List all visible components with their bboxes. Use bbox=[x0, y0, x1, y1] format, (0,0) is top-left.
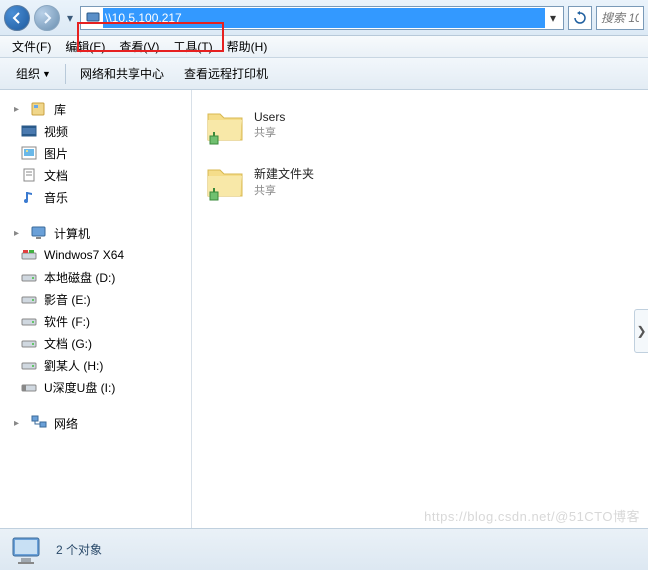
folder-name: 新建文件夹 bbox=[254, 165, 314, 182]
drive-icon bbox=[20, 334, 38, 352]
sidebar-item-windows7[interactable]: Windwos7 X64 bbox=[0, 244, 191, 266]
sidebar-item-pictures[interactable]: 图片 bbox=[0, 142, 191, 164]
menu-edit[interactable]: 编辑(E) bbox=[59, 36, 111, 57]
expand-icon[interactable]: ▸ bbox=[14, 228, 24, 239]
folder-item[interactable]: 新建文件夹 共享 bbox=[198, 156, 642, 206]
sidebar-item-drive-i[interactable]: U深度U盘 (I:) bbox=[0, 376, 191, 398]
sidebar-item-drive-d[interactable]: 本地磁盘 (D:) bbox=[0, 266, 191, 288]
sidebar-network[interactable]: ▸ 网络 bbox=[0, 412, 191, 434]
separator bbox=[65, 64, 66, 84]
menu-file[interactable]: 文件(F) bbox=[6, 36, 57, 57]
shared-folder-icon bbox=[204, 104, 246, 146]
remote-printers-button[interactable]: 查看远程打印机 bbox=[176, 61, 276, 86]
menu-view[interactable]: 查看(V) bbox=[113, 36, 165, 57]
pictures-icon bbox=[20, 144, 38, 162]
sidebar-item-drive-h[interactable]: 劉某人 (H:) bbox=[0, 354, 191, 376]
network-icon bbox=[30, 414, 48, 432]
folder-sub: 共享 bbox=[254, 124, 285, 140]
libraries-icon bbox=[30, 100, 48, 118]
status-bar: 2 个对象 bbox=[0, 528, 648, 570]
address-bar[interactable]: ▾ bbox=[80, 6, 564, 30]
drive-icon bbox=[20, 356, 38, 374]
main-area: ▸ 库 视频 图片 文档 音乐 bbox=[0, 90, 648, 528]
video-icon bbox=[20, 122, 38, 140]
usb-drive-icon bbox=[20, 378, 38, 396]
sidebar-item-drive-e[interactable]: 影音 (E:) bbox=[0, 288, 191, 310]
sidebar-item-drive-f[interactable]: 软件 (F:) bbox=[0, 310, 191, 332]
folder-name: Users bbox=[254, 110, 285, 124]
command-bar: 组织▼ 网络和共享中心 查看远程打印机 bbox=[0, 58, 648, 90]
refresh-button[interactable] bbox=[568, 6, 592, 30]
drive-icon bbox=[20, 246, 38, 264]
sidebar-libraries[interactable]: ▸ 库 bbox=[0, 98, 191, 120]
preview-pane-toggle[interactable]: ❯ bbox=[634, 309, 648, 353]
organize-button[interactable]: 组织▼ bbox=[8, 61, 59, 86]
computer-icon bbox=[30, 224, 48, 242]
status-text: 2 个对象 bbox=[56, 541, 102, 558]
drive-icon bbox=[20, 290, 38, 308]
menu-tools[interactable]: 工具(T) bbox=[167, 36, 218, 57]
music-icon bbox=[20, 188, 38, 206]
menu-help[interactable]: 帮助(H) bbox=[221, 36, 274, 57]
folder-sub: 共享 bbox=[254, 182, 314, 198]
documents-icon bbox=[20, 166, 38, 184]
sidebar-item-videos[interactable]: 视频 bbox=[0, 120, 191, 142]
drive-icon bbox=[20, 312, 38, 330]
history-dropdown[interactable]: ▾ bbox=[64, 5, 76, 31]
content-pane[interactable]: Users 共享 新建文件夹 共享 ❯ bbox=[192, 90, 648, 528]
search-input[interactable] bbox=[601, 11, 639, 25]
sidebar-item-documents[interactable]: 文档 bbox=[0, 164, 191, 186]
expand-icon[interactable]: ▸ bbox=[14, 104, 24, 115]
computer-icon bbox=[10, 534, 46, 566]
sidebar-item-music[interactable]: 音乐 bbox=[0, 186, 191, 208]
sidebar-item-drive-g[interactable]: 文档 (G:) bbox=[0, 332, 191, 354]
sidebar-computer[interactable]: ▸ 计算机 bbox=[0, 222, 191, 244]
folder-item[interactable]: Users 共享 bbox=[198, 100, 642, 150]
shared-folder-icon bbox=[204, 160, 246, 202]
search-box[interactable] bbox=[596, 6, 644, 30]
navigation-bar: ▾ ▾ bbox=[0, 0, 648, 36]
menu-bar: 文件(F) 编辑(E) 查看(V) 工具(T) 帮助(H) bbox=[0, 36, 648, 58]
address-input[interactable] bbox=[103, 8, 545, 28]
forward-button[interactable] bbox=[34, 5, 60, 31]
navigation-pane[interactable]: ▸ 库 视频 图片 文档 音乐 bbox=[0, 90, 192, 528]
back-button[interactable] bbox=[4, 5, 30, 31]
computer-icon bbox=[85, 10, 101, 26]
drive-icon bbox=[20, 268, 38, 286]
expand-icon[interactable]: ▸ bbox=[14, 418, 24, 429]
network-center-button[interactable]: 网络和共享中心 bbox=[72, 61, 172, 86]
address-dropdown[interactable]: ▾ bbox=[545, 11, 561, 25]
